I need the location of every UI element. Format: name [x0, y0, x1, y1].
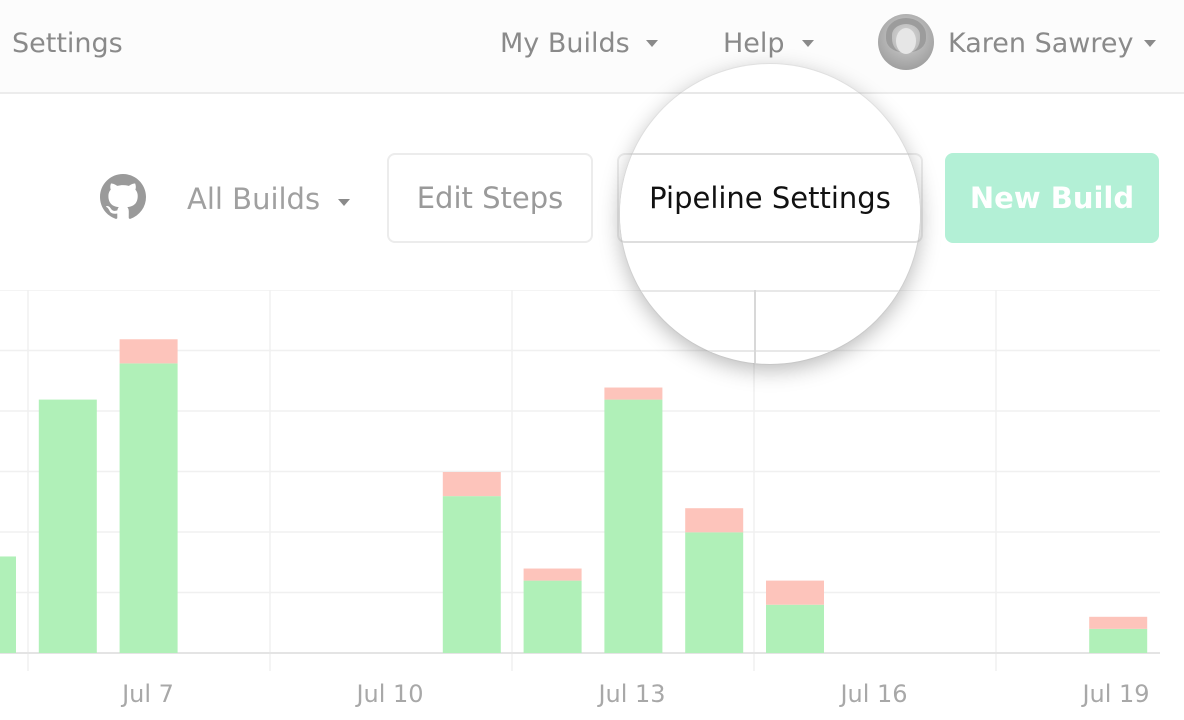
bar-failed — [604, 387, 663, 400]
bar-failed — [119, 339, 178, 364]
edit-steps-button[interactable]: Edit Steps — [387, 153, 593, 243]
user-menu-name[interactable]: Karen Sawrey — [948, 26, 1133, 62]
user-avatar[interactable] — [878, 14, 934, 70]
nav-my-builds-menu[interactable]: My Builds — [500, 26, 630, 62]
bar-passed — [119, 363, 178, 653]
chevron-down-icon[interactable] — [338, 199, 350, 206]
lens-gridline — [620, 350, 920, 352]
chevron-down-icon[interactable] — [802, 40, 814, 47]
lens-divider — [620, 92, 920, 94]
bar-passed — [1089, 628, 1148, 653]
bar-failed — [1089, 616, 1148, 629]
nav-help-menu[interactable]: Help — [723, 26, 785, 62]
chevron-down-icon[interactable] — [646, 40, 658, 47]
bar-passed — [604, 399, 663, 653]
github-icon[interactable] — [100, 174, 146, 220]
new-build-button[interactable]: New Build — [945, 153, 1159, 243]
lens-gridline — [754, 290, 756, 364]
bar-passed — [442, 496, 501, 653]
top-nav: Settings My Builds Help Karen Sawrey — [0, 0, 1184, 94]
x-tick-label: Jul 16 — [838, 680, 907, 708]
all-builds-filter[interactable]: All Builds — [187, 181, 320, 217]
magnifier-lens: Pipeline Settings — [620, 64, 920, 364]
pipeline-settings-button[interactable]: Pipeline Settings — [620, 153, 920, 243]
x-tick-label: Jul 10 — [354, 680, 423, 708]
bar-passed — [38, 399, 97, 653]
x-tick-label: Jul 19 — [1080, 680, 1149, 708]
bar-failed — [685, 508, 744, 533]
x-tick-label: Jul 7 — [120, 680, 174, 708]
bar-passed — [0, 556, 16, 653]
bar-failed — [766, 580, 824, 605]
bar-passed — [523, 580, 582, 653]
build-history-chart: Jul 7 Jul 10 Jul 13 Jul 16 Jul 19 — [0, 290, 1160, 708]
bar-passed — [766, 604, 824, 653]
bar-failed — [442, 472, 501, 497]
bar-failed — [523, 568, 582, 581]
bar-passed — [685, 532, 744, 653]
x-tick-label: Jul 13 — [596, 680, 665, 708]
chevron-down-icon[interactable] — [1144, 40, 1156, 47]
avatar-face — [896, 28, 916, 54]
nav-settings-link[interactable]: Settings — [12, 26, 123, 62]
lens-gridline — [620, 290, 920, 292]
